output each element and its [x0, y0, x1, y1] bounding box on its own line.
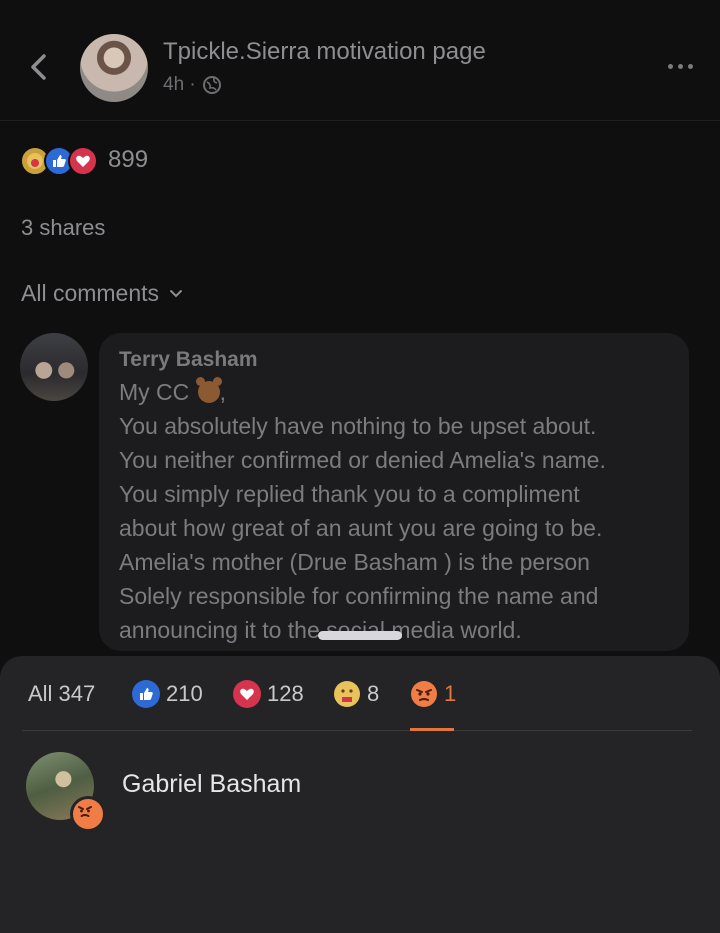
reactor-name[interactable]: Gabriel Basham — [122, 770, 301, 799]
reaction-summary-icons[interactable] — [20, 146, 104, 176]
more-icon[interactable] — [664, 56, 696, 76]
chevron-down-icon — [170, 289, 183, 297]
tab-like-count: 210 — [166, 681, 203, 706]
tab-angry[interactable]: 1 — [410, 664, 456, 724]
comment-line: Solely responsible for confirming the na… — [119, 583, 599, 609]
tab-all[interactable]: All 347 — [28, 664, 95, 724]
reaction-count[interactable]: 899 — [108, 146, 148, 174]
back-icon[interactable] — [22, 50, 56, 84]
tab-care[interactable]: 8 — [333, 664, 379, 724]
love-icon — [233, 680, 261, 708]
comment-line: My CC , — [119, 377, 227, 405]
page-avatar[interactable] — [80, 34, 148, 102]
tab-love[interactable]: 128 — [233, 664, 304, 724]
header-divider — [0, 120, 720, 121]
comment-line: You simply replied thank you to a compli… — [119, 481, 580, 507]
comment-line: You neither confirmed or denied Amelia's… — [119, 447, 606, 473]
comment-line: Amelia's mother (Drue Basham ) is the pe… — [119, 549, 590, 575]
commenter-avatar[interactable] — [20, 333, 88, 401]
tabs-divider — [22, 730, 692, 731]
love-icon — [68, 146, 98, 176]
angry-icon — [70, 796, 106, 832]
sheet-drag-handle[interactable] — [318, 631, 402, 640]
comment-line: announcing it to the social media world. — [119, 617, 522, 643]
care-icon — [333, 680, 361, 708]
comment-line: You absolutely have nothing to be upset … — [119, 413, 597, 439]
like-icon — [132, 680, 160, 708]
tab-like[interactable]: 210 — [132, 664, 203, 724]
page-name[interactable]: Tpickle.Sierra motivation page — [163, 38, 486, 66]
shares-count[interactable]: 3 shares — [21, 215, 105, 241]
post-time: 4h · — [163, 74, 196, 95]
post-meta: 4h · — [163, 74, 222, 96]
tab-angry-count: 1 — [444, 681, 457, 706]
tab-all-label: All 347 — [28, 681, 96, 706]
globe-icon — [202, 76, 221, 94]
comment-line: about how great of an aunt you are going… — [119, 515, 603, 541]
bear-icon — [195, 377, 222, 403]
comment-author[interactable]: Terry Basham — [119, 348, 258, 372]
comments-filter-dropdown[interactable]: All comments — [21, 280, 183, 307]
angry-icon — [410, 680, 438, 708]
active-tab-indicator — [410, 728, 454, 731]
comments-filter-label: All comments — [21, 280, 160, 306]
comment-text: My CC , You absolutely have nothing to b… — [119, 375, 684, 647]
tab-love-count: 128 — [267, 681, 304, 706]
tab-care-count: 8 — [367, 681, 380, 706]
reaction-tabs: All 347 210 128 8 1 — [0, 664, 720, 730]
